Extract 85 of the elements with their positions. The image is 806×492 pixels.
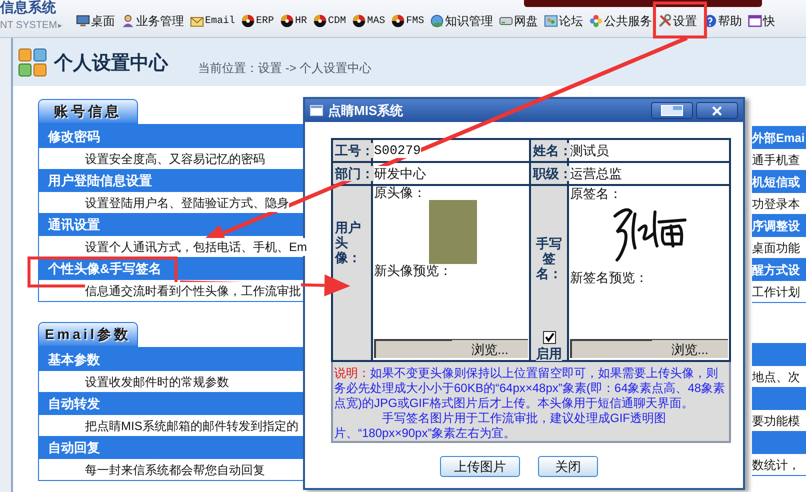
window-icon <box>748 14 762 28</box>
highlight-frame <box>652 2 707 38</box>
nav-link[interactable]: 网盘 <box>499 12 538 30</box>
tools-icon <box>658 14 672 28</box>
image-label: 新头像预览： <box>374 264 452 278</box>
section-header-bar <box>752 387 806 410</box>
flower-icon <box>589 14 604 28</box>
arrow-glyph: ▸ <box>58 20 62 32</box>
note-text: 手写签名图片用于工作流审批，建议处理成GIF透明图片、“180px×90px”象素左右为宜。 <box>334 411 667 441</box>
panel-tab[interactable]: Email参数 <box>38 322 138 347</box>
dialog-button[interactable]: 关闭 <box>538 456 598 477</box>
file-path-field[interactable] <box>570 339 652 358</box>
image-label: 新签名预览： <box>570 270 649 286</box>
close-button[interactable] <box>696 102 738 119</box>
section-description: 每一封来信系统都会帮您自动回复 <box>85 460 265 478</box>
nav-link[interactable]: 设置 <box>658 12 698 30</box>
section-link[interactable]: 序调整设 <box>752 214 806 237</box>
maximize-icon <box>661 105 683 116</box>
drive-icon <box>499 14 514 28</box>
section-link[interactable]: 修改密码 <box>39 125 303 148</box>
monitor-icon <box>76 14 90 28</box>
nav-link[interactable]: 桌面 <box>76 12 115 30</box>
section-link[interactable]: 自动回复 <box>39 436 303 459</box>
checkbox-label: 启用 <box>536 346 562 361</box>
maximize-button[interactable] <box>651 102 693 119</box>
page-title: 个人设置中心 <box>54 52 168 76</box>
section-link[interactable]: 外部Emai <box>752 126 806 149</box>
dialog-button[interactable]: 上传图片 <box>440 456 520 477</box>
nav-link[interactable]: ERP <box>241 14 274 28</box>
field-label: 职级： <box>533 166 572 180</box>
nav-link[interactable]: FMS <box>391 14 424 28</box>
section-header-bar <box>752 343 806 366</box>
nav-link[interactable]: HR <box>280 14 308 28</box>
image-label: 原签名： <box>570 186 623 202</box>
section-description: 把点睛MIS系统邮箱的邮件转发到指定的 <box>85 416 298 434</box>
nav-link[interactable]: 帮助 <box>703 12 742 30</box>
section-link[interactable]: 基本参数 <box>39 348 303 371</box>
nav-link[interactable]: 快 <box>748 12 776 30</box>
section-description: 设置登陆用户名、登陆验证方式、隐身 <box>85 194 289 212</box>
field-value: 研发中心 <box>374 166 426 181</box>
nav-link[interactable]: MAS <box>352 14 386 28</box>
settings-center-icon <box>18 48 48 78</box>
field-label: 部门： <box>335 166 374 180</box>
ball-icon <box>280 14 294 28</box>
nav-link[interactable]: 业务管理 <box>121 12 184 30</box>
dialog-title: 点睛MIS系统 <box>328 102 404 120</box>
section-description: 设置安全度高、又容易记忆的密码 <box>85 150 265 168</box>
ball-icon <box>313 14 328 28</box>
nav-link[interactable]: Email <box>190 14 236 28</box>
field-value: 运营总监 <box>570 166 622 181</box>
ball-icon <box>352 14 366 28</box>
ball-icon <box>391 14 406 28</box>
window-icon <box>310 105 323 116</box>
breadcrumb: 当前位置：设置 -> 个人设置中心 <box>198 60 372 77</box>
photo-placeholder <box>429 200 477 264</box>
globe-icon <box>430 14 444 28</box>
section-description: 信息通交流时看到个性头像，工作流审批 <box>85 282 301 300</box>
section-link[interactable]: 机短信或 <box>752 170 806 193</box>
ball-icon <box>241 14 256 28</box>
nav-link[interactable]: 知识管理 <box>430 12 494 30</box>
enable-checkbox[interactable] <box>542 331 556 344</box>
user-icon <box>121 14 135 28</box>
browse-button[interactable]: 浏览... <box>652 339 728 358</box>
nav-link[interactable]: CDM <box>313 14 346 28</box>
field-value: 测试员 <box>570 142 609 158</box>
note-text: 说明：如果不变更头像则保持以上位置留空即可，如果需要上传头像，则务必先处理成大小小于60KB的“64px×48px”象素(即：64象素点高、48象素点宽)的JPG或GIF格式图片后才上传。本头像用于短信通聊天界面。 <box>334 366 726 411</box>
field-label: 工号： <box>335 142 374 158</box>
section-link[interactable]: 个性头像&手写签名 <box>39 257 303 280</box>
nav-link[interactable]: 公共服务 <box>589 12 652 30</box>
browse-button[interactable]: 浏览... <box>452 339 528 358</box>
file-path-field[interactable] <box>374 339 452 358</box>
app-subtitle: NT SYSTEM <box>0 19 58 33</box>
envelope-icon <box>190 14 204 28</box>
image-label: 原头像： <box>374 186 427 200</box>
section-header-bar <box>752 431 806 454</box>
field-value: S00279 <box>374 142 421 158</box>
section-link[interactable]: 醒方式设 <box>752 258 806 281</box>
section-link[interactable]: 通讯设置 <box>39 213 303 236</box>
panel-tab[interactable]: 账号信息 <box>38 99 138 124</box>
section-link[interactable]: 用户登陆信息设置 <box>39 169 303 192</box>
nav-link[interactable]: 论坛 <box>544 12 584 30</box>
people-icon <box>544 14 558 28</box>
section-description: 设置个人通讯方式，包括电话、手机、Em <box>85 238 307 256</box>
section-link[interactable]: 自动转发 <box>39 392 303 415</box>
close-icon <box>712 106 722 116</box>
